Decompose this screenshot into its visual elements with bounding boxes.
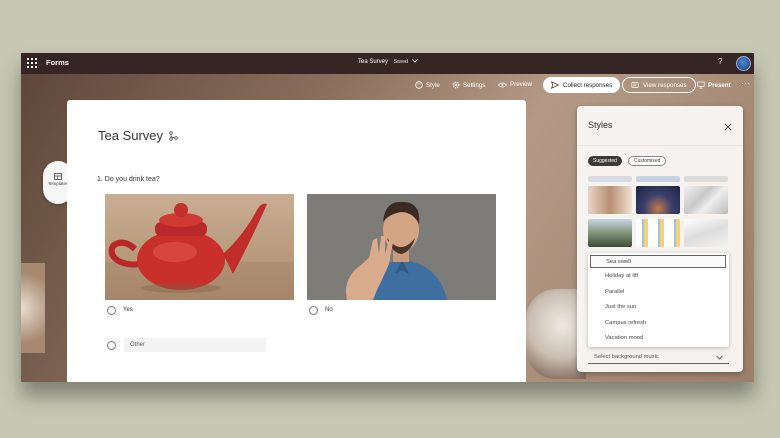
theme-thumbnail-people[interactable]: [588, 186, 632, 214]
option-other-radio[interactable]: [107, 341, 116, 350]
option-no-radio[interactable]: [309, 306, 318, 315]
theme-thumbnail[interactable]: [588, 176, 632, 182]
theme-thumbnail-silver[interactable]: [684, 186, 728, 214]
music-dropdown-list: Sea swell Holiday at lift Parallel Just …: [588, 253, 729, 347]
tab-suggested[interactable]: Suggested: [588, 156, 622, 166]
other-input[interactable]: Other: [124, 338, 266, 352]
background-bowl-left: [21, 263, 45, 353]
responses-icon: [631, 82, 639, 88]
palette-icon: [415, 81, 423, 89]
present-label: Present: [708, 81, 731, 89]
chevron-down-icon: [716, 355, 723, 360]
form-title[interactable]: Tea Survey: [98, 128, 178, 143]
chevron-down-icon: [411, 59, 418, 63]
app-name[interactable]: Forms: [46, 58, 69, 67]
document-title[interactable]: Tea Survey Saved: [358, 59, 418, 65]
command-bar: Style Settings Preview Collect responses…: [21, 74, 754, 98]
close-icon[interactable]: [724, 118, 732, 136]
help-icon[interactable]: ?: [718, 57, 722, 66]
music-option[interactable]: Parallel: [590, 286, 726, 299]
preview-label: Preview: [510, 81, 533, 88]
styles-panel-title: Styles: [588, 120, 613, 130]
gear-icon: [452, 81, 460, 89]
top-bar: Forms Tea Survey Saved ?: [21, 53, 754, 74]
theme-thumbnail-night-sky[interactable]: [636, 186, 680, 214]
theme-thumbnail-light[interactable]: [684, 219, 728, 247]
collect-responses-label: Collect responses: [563, 81, 613, 89]
styles-panel: Styles Suggested Customised Sea swell Ho…: [577, 106, 743, 372]
music-option[interactable]: Holiday at lift: [590, 270, 726, 283]
option-no-label: No: [325, 307, 333, 313]
music-option[interactable]: Sea swell: [590, 255, 726, 268]
theme-thumbnail[interactable]: [636, 176, 680, 182]
option-yes-radio[interactable]: [107, 306, 116, 315]
divider: [577, 145, 743, 146]
music-option[interactable]: Vacation mood: [590, 332, 726, 345]
background-music-placeholder: Select background music: [594, 354, 659, 360]
branching-icon: [169, 130, 178, 141]
option-yes-label: Yes: [123, 307, 133, 313]
eye-icon: [498, 82, 507, 87]
preview-button[interactable]: Preview: [498, 81, 532, 88]
settings-button[interactable]: Settings: [452, 81, 485, 89]
music-option[interactable]: Just the sun: [590, 301, 726, 314]
templates-icon: [54, 173, 62, 180]
option-image-man-refusing: [307, 194, 496, 300]
save-status: Saved: [393, 59, 408, 65]
more-options-icon[interactable]: ···: [741, 78, 750, 88]
theme-thumbnail[interactable]: [684, 176, 728, 182]
present-button[interactable]: Present: [697, 81, 731, 89]
view-responses-button[interactable]: View responses: [622, 77, 696, 93]
form-card: Tea Survey 1. Do you drink tea? Yes No O…: [67, 100, 526, 382]
question-title: 1. Do you drink tea?: [97, 176, 160, 183]
style-button[interactable]: Style: [415, 81, 440, 89]
avatar[interactable]: [736, 56, 751, 71]
tab-customised[interactable]: Customised: [628, 156, 667, 166]
settings-label: Settings: [463, 81, 486, 89]
background-music-select[interactable]: Select background music: [588, 351, 729, 364]
forms-window: Forms Tea Survey Saved ? Style Settings …: [21, 53, 754, 382]
theme-thumbnail-classroom[interactable]: [588, 219, 632, 247]
music-option[interactable]: Campus refresh: [590, 317, 726, 330]
view-responses-label: View responses: [643, 81, 687, 89]
send-icon: [551, 81, 559, 89]
present-icon: [697, 81, 705, 89]
form-title-text: Tea Survey: [98, 128, 164, 143]
app-launcher-icon[interactable]: [27, 58, 37, 68]
theme-thumbnail-pattern[interactable]: [636, 219, 680, 247]
document-title-text: Tea Survey: [358, 59, 389, 65]
option-image-red-teapot: [105, 194, 294, 300]
style-label: Style: [426, 81, 440, 89]
collect-responses-button[interactable]: Collect responses: [543, 77, 621, 93]
